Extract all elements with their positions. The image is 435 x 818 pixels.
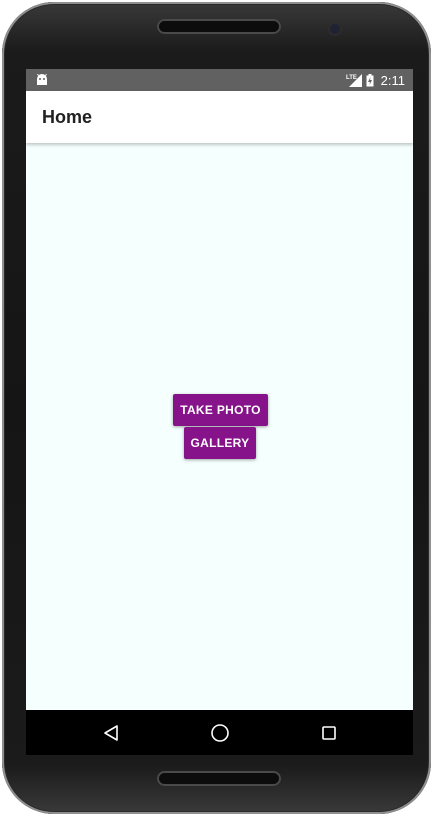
- lte-signal-icon: LTE: [346, 73, 362, 87]
- earpiece-speaker: [157, 19, 281, 34]
- navigation-bar: [26, 710, 413, 755]
- bottom-speaker: [157, 771, 281, 786]
- android-notification-icon: [37, 74, 47, 85]
- status-clock: 2:11: [380, 72, 405, 88]
- battery-charging-icon: [366, 73, 374, 86]
- network-type-label: LTE: [346, 75, 357, 81]
- back-button[interactable]: [81, 710, 141, 755]
- home-icon: [211, 723, 229, 742]
- status-bar: LTE 2:11: [26, 69, 413, 91]
- back-icon: [104, 724, 118, 741]
- page-title: Home: [42, 107, 93, 127]
- screen: LTE 2:11 Home TAKE PHOTO GALLERY: [26, 69, 413, 755]
- recents-icon: [322, 725, 336, 740]
- gallery-button[interactable]: GALLERY: [184, 427, 256, 459]
- take-photo-button[interactable]: TAKE PHOTO: [173, 394, 268, 426]
- home-button[interactable]: [190, 710, 250, 755]
- front-camera: [330, 24, 340, 34]
- main-content: TAKE PHOTO GALLERY: [26, 143, 413, 710]
- phone-frame: LTE 2:11 Home TAKE PHOTO GALLERY: [2, 2, 431, 814]
- status-icons: LTE 2:11: [346, 69, 405, 91]
- recents-button[interactable]: [299, 710, 359, 755]
- app-bar: Home: [26, 91, 413, 143]
